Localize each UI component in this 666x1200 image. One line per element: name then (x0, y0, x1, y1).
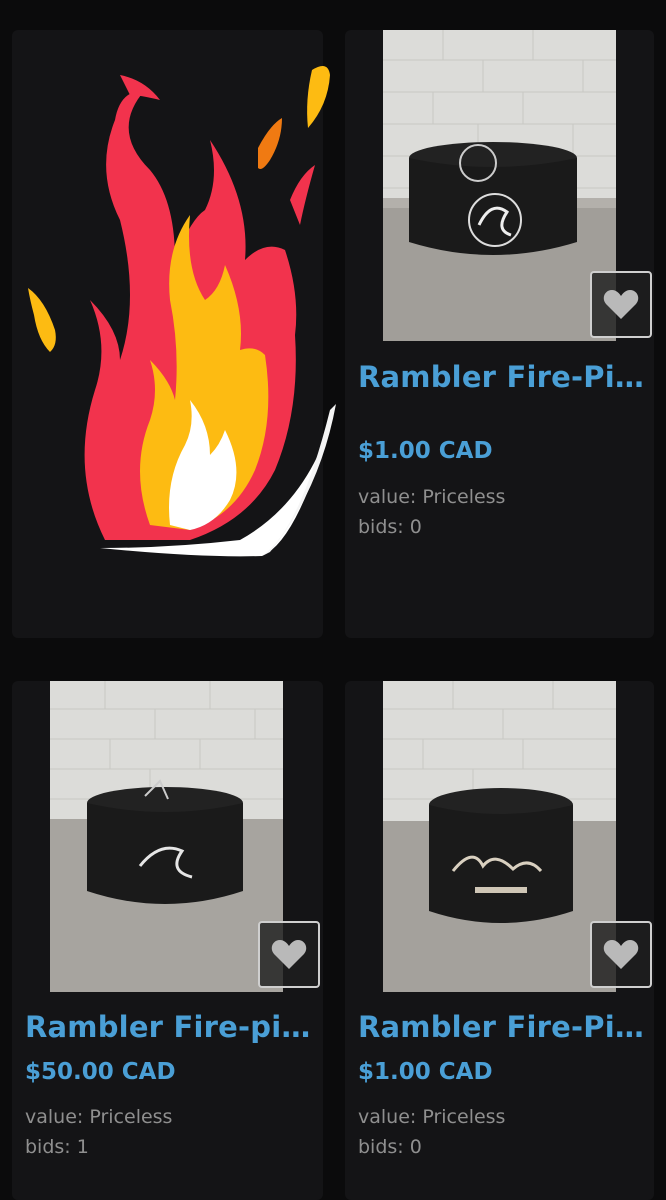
listing-meta: value: Priceless bids: 1 (25, 1102, 172, 1162)
heart-icon (603, 939, 639, 969)
listing-price: $50.00 CAD (25, 1059, 176, 1085)
promo-card (12, 30, 323, 638)
listing-meta: value: Priceless bids: 0 (358, 482, 505, 542)
listing-title[interactable]: Rambler Fire-Pit… (358, 1010, 648, 1044)
heart-icon (603, 289, 639, 319)
listing-photo[interactable] (383, 681, 616, 992)
listing-card[interactable]: Rambler Fire-pit… $50.00 CAD value: Pric… (12, 681, 323, 1200)
listing-card[interactable]: Rambler Fire-Pit… $1.00 CAD value: Price… (345, 681, 654, 1200)
listing-bids: bids: 0 (358, 1136, 422, 1158)
listing-value: value: Priceless (358, 486, 506, 508)
favorite-button[interactable] (590, 921, 652, 988)
listing-title[interactable]: Rambler Fire-Pit… (358, 360, 648, 394)
listing-bids: bids: 0 (358, 516, 422, 538)
listing-meta: value: Priceless bids: 0 (358, 1102, 505, 1162)
listing-title[interactable]: Rambler Fire-pit… (25, 1010, 315, 1044)
favorite-button[interactable] (590, 271, 652, 338)
favorite-button[interactable] (258, 921, 320, 988)
listing-grid: Rambler Fire-Pit… $1.00 CAD value: Price… (0, 0, 666, 1200)
listing-photo[interactable] (50, 681, 283, 992)
listing-price: $1.00 CAD (358, 1059, 493, 1085)
listing-price: $1.00 CAD (358, 438, 493, 464)
listing-value: value: Priceless (358, 1106, 506, 1128)
listing-value: value: Priceless (25, 1106, 173, 1128)
heart-icon (271, 939, 307, 969)
listing-photo[interactable] (383, 30, 616, 341)
listing-card[interactable]: Rambler Fire-Pit… $1.00 CAD value: Price… (345, 30, 654, 638)
listing-bids: bids: 1 (25, 1136, 89, 1158)
